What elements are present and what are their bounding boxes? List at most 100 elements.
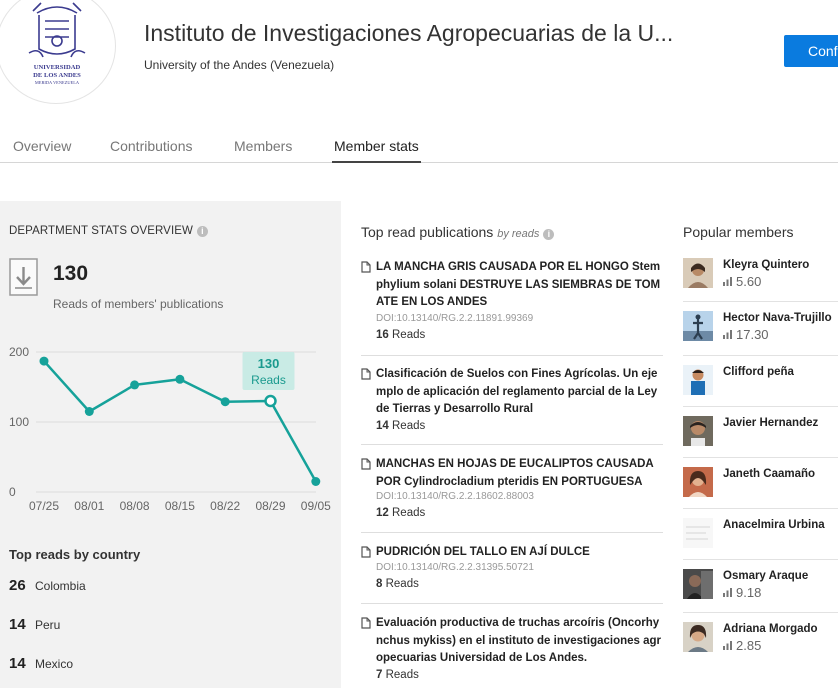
- reads-word: Reads: [392, 507, 426, 519]
- y-tick-label: 100: [9, 415, 29, 429]
- publication-title[interactable]: LA MANCHA GRIS CAUSADA POR EL HONGO Stem…: [376, 259, 663, 312]
- publication-title[interactable]: MANCHAS EN HOJAS DE EUCALIPTOS CAUSADA P…: [376, 456, 663, 491]
- member-name[interactable]: Kleyra Quintero: [723, 259, 809, 271]
- tab-contributions[interactable]: Contributions: [110, 138, 193, 154]
- reads-word: Reads: [392, 420, 426, 432]
- member-score-value: 2.85: [736, 638, 762, 653]
- publication-reads: 7 Reads: [376, 669, 419, 681]
- svg-text:MERIDA VENEZUELA: MERIDA VENEZUELA: [35, 80, 80, 85]
- member-name[interactable]: Hector Nava-Trujillo: [723, 312, 832, 324]
- publication-reads: 16 Reads: [376, 329, 425, 341]
- reads-count: 16: [376, 329, 389, 341]
- tab-overview[interactable]: Overview: [13, 138, 71, 154]
- avatar[interactable]: [683, 258, 713, 288]
- data-point: [311, 477, 321, 486]
- member-name[interactable]: Janeth Caamaño: [723, 468, 815, 480]
- publications-title: Top read publications by reads i: [361, 224, 555, 240]
- data-point: [84, 407, 94, 416]
- data-point: [220, 397, 230, 407]
- divider: [683, 508, 838, 509]
- divider: [683, 457, 838, 458]
- divider: [361, 532, 663, 533]
- divider: [683, 559, 838, 560]
- member-name[interactable]: Anacelmira Urbina: [723, 519, 825, 531]
- tab-members[interactable]: Members: [234, 138, 292, 154]
- stats-bars-icon: [723, 641, 732, 650]
- country-count: 14: [9, 616, 26, 633]
- member-name[interactable]: Adriana Morgado: [723, 623, 818, 635]
- info-icon[interactable]: i: [543, 229, 555, 240]
- country-name: Peru: [35, 618, 61, 632]
- stats-title-text: DEPARTMENT STATS OVERVIEW: [9, 225, 193, 237]
- divider: [683, 355, 838, 356]
- avatar[interactable]: [683, 518, 713, 548]
- divider: [683, 612, 838, 613]
- divider: [361, 444, 663, 445]
- publication-doi: DOI:10.13140/RG.2.2.31395.50721: [376, 562, 534, 573]
- reads-line-chart[interactable]: 200 100 0 07/25 08/01 08/08 08/15 08/22 08/29 09/…: [0, 341, 341, 526]
- svg-text:UNIVERSIDAD: UNIVERSIDAD: [34, 64, 81, 71]
- member-score: 9.18: [723, 585, 761, 600]
- publications-subtitle: by reads: [497, 228, 540, 240]
- tab-member-stats[interactable]: Member stats: [332, 138, 421, 163]
- member-score-value: 17.30: [736, 327, 769, 342]
- avatar[interactable]: [683, 569, 713, 599]
- reads-count: 14: [376, 420, 389, 432]
- institution-subtitle[interactable]: University of the Andes (Venezuela): [144, 58, 334, 72]
- stats-bars-icon: [723, 277, 732, 286]
- member-score-value: 5.60: [736, 274, 762, 289]
- x-tick-label: 09/05: [301, 499, 331, 513]
- publication-doi: DOI:10.13140/RG.2.2.11891.99369: [376, 313, 534, 324]
- member-score-value: 9.18: [736, 585, 762, 600]
- reads-word: Reads: [385, 669, 419, 681]
- avatar[interactable]: [683, 365, 713, 395]
- stats-title: DEPARTMENT STATS OVERVIEW i: [9, 225, 208, 237]
- member-name[interactable]: Osmary Araque: [723, 570, 808, 582]
- confirm-button[interactable]: Conf: [784, 35, 838, 67]
- divider: [361, 603, 663, 604]
- reads-count: 12: [376, 507, 389, 519]
- avatar[interactable]: [683, 467, 713, 497]
- y-tick-label: 0: [9, 485, 16, 499]
- country-title: Top reads by country: [9, 547, 141, 562]
- department-stats-panel: DEPARTMENT STATS OVERVIEW i 130 Reads of …: [0, 201, 341, 688]
- download-icon: [9, 258, 38, 296]
- y-tick-label: 200: [9, 345, 29, 359]
- member-name[interactable]: Clifford peña: [723, 366, 794, 378]
- tooltip-label: Reads: [251, 373, 286, 387]
- x-tick-label: 08/08: [120, 499, 150, 513]
- member-score: 5.60: [723, 274, 761, 289]
- info-icon[interactable]: i: [196, 226, 208, 237]
- tab-bar: Overview Contributions Members Member st…: [0, 128, 838, 163]
- popular-members-title: Popular members: [683, 224, 794, 240]
- avatar[interactable]: [683, 416, 713, 446]
- divider: [361, 355, 663, 356]
- reads-word: Reads: [392, 329, 426, 341]
- avatar[interactable]: [683, 311, 713, 341]
- document-icon: [361, 458, 371, 470]
- avatar[interactable]: [683, 622, 713, 652]
- divider: [683, 301, 838, 302]
- x-tick-label: 08/29: [255, 499, 285, 513]
- publication-title[interactable]: Clasificación de Suelos con Fines Agríco…: [376, 366, 663, 419]
- stats-bars-icon: [723, 330, 732, 339]
- reads-label: Reads of members' publications: [53, 297, 224, 311]
- reads-total: 130: [53, 262, 89, 285]
- data-point: [264, 394, 277, 408]
- member-score: 17.30: [723, 327, 769, 342]
- member-score: 2.85: [723, 638, 761, 653]
- data-point: [39, 356, 49, 366]
- x-tick-label: 08/01: [74, 499, 104, 513]
- publication-title[interactable]: PUDRICIÓN DEL TALLO EN AJÍ DULCE: [376, 544, 663, 562]
- country-name: Colombia: [35, 579, 86, 593]
- publication-title[interactable]: Evaluación productiva de truchas arcoíri…: [376, 615, 663, 668]
- stats-bars-icon: [723, 588, 732, 597]
- document-icon: [361, 261, 371, 273]
- country-row: 14 Mexico: [9, 655, 73, 673]
- university-seal-icon: UNIVERSIDAD DE LOS ANDES MERIDA VENEZUEL…: [28, 2, 86, 85]
- x-tick-label: 08/22: [210, 499, 240, 513]
- reads-count: 8: [376, 578, 383, 590]
- institution-logo: UNIVERSIDAD DE LOS ANDES MERIDA VENEZUEL…: [0, 0, 116, 104]
- member-name[interactable]: Javier Hernandez: [723, 417, 818, 429]
- country-row: 14 Peru: [9, 616, 60, 634]
